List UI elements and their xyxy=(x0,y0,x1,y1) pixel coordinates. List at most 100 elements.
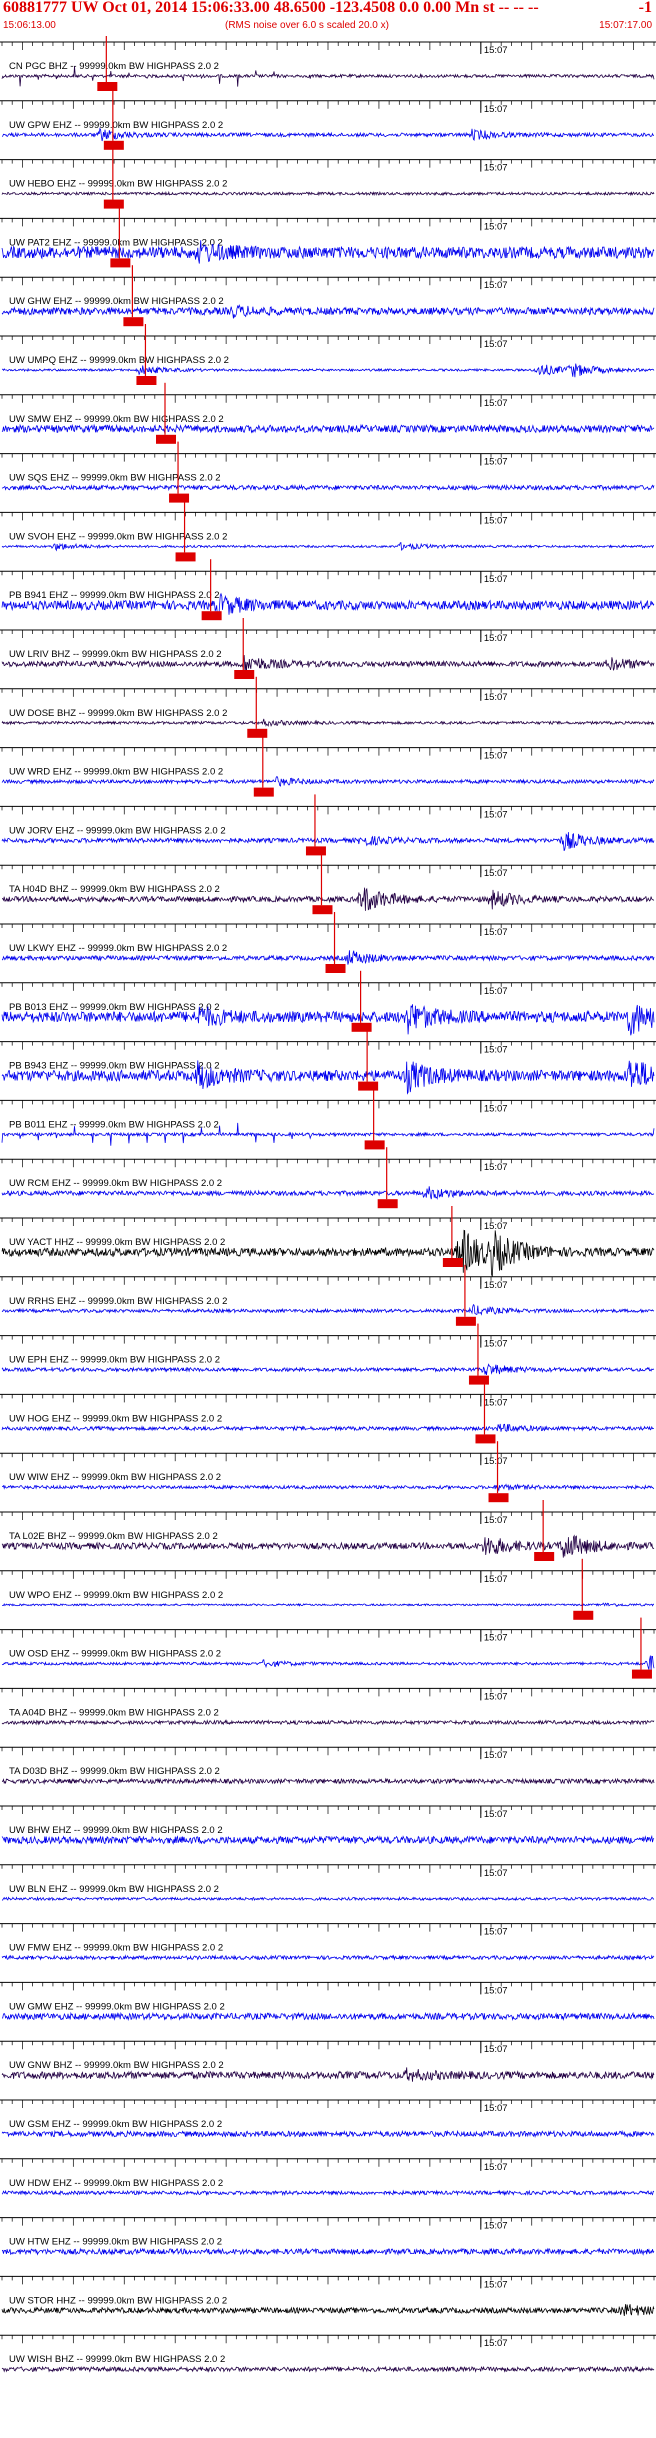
minute-label: 15:07 xyxy=(484,1868,508,1879)
trace-panel: 15:07 UW HEBO EHZ -- 99999.0km BW HIGHPAS… xyxy=(0,147,656,209)
station-label: UW GNW BHZ -- 99999.0km BW HIGHPASS 2.0 … xyxy=(9,2060,224,2071)
trace-panel: 15:07 UW HOG EHZ -- 99999.0km BW HIGHPASS… xyxy=(0,1382,656,1444)
trace-panel: 15:07 UW UMPQ EHZ -- 99999.0km BW HIGHPAS… xyxy=(0,324,656,385)
waveform xyxy=(1,1834,655,1845)
station-label: TA A04D BHZ -- 99999.0km BW HIGHPASS 2.0… xyxy=(9,1707,219,1718)
minute-label: 15:07 xyxy=(484,1515,508,1526)
trace-panel: 15:07 UW OSD EHZ -- 99999.0km BW HIGHPASS… xyxy=(0,1617,656,1679)
pick-flag xyxy=(103,199,124,209)
station-label: PB B943 EHZ -- 99999.0km BW HIGHPASS 2.0… xyxy=(9,1061,220,1072)
waveform xyxy=(1,1954,655,1961)
minute-label: 15:07 xyxy=(484,751,508,762)
trace-panel: 15:07 UW SQS EHZ -- 99999.0km BW HIGHPASS… xyxy=(0,441,656,503)
trace-panel: 15:07 UW GSM EHZ -- 99999.0km BW HIGHPASS… xyxy=(0,2099,656,2139)
minute-label: 15:07 xyxy=(484,986,508,997)
minute-label: 15:07 xyxy=(484,1280,508,1291)
station-label: UW WPO EHZ -- 99999.0km BW HIGHPASS 2.0 … xyxy=(9,1590,223,1601)
waveform xyxy=(1,2365,655,2373)
minute-label: 15:07 xyxy=(484,398,508,409)
trace-panel: 15:07 UW SMW EHZ -- 99999.0km BW HIGHPASS… xyxy=(0,382,656,444)
minute-label: 15:07 xyxy=(484,104,508,115)
pick-flag xyxy=(351,1022,372,1032)
trace-panel: 15:07 UW GMW EHZ -- 99999.0km BW HIGHPASS… xyxy=(0,1981,656,2021)
waveform xyxy=(1,483,655,492)
trace-panel: 15:07 TA H04D BHZ -- 99999.0km BW HIGHPAS… xyxy=(0,853,656,915)
pick-flag xyxy=(455,1316,476,1326)
minute-label: 15:07 xyxy=(484,1985,508,1996)
pick-flag xyxy=(573,1610,594,1620)
station-label: UW HDW EHZ -- 99999.0km BW HIGHPASS 2.0 … xyxy=(9,2178,223,2189)
station-label: UW HTW EHZ -- 99999.0km BW HIGHPASS 2.0 … xyxy=(9,2237,222,2248)
waveform xyxy=(1,2129,655,2139)
trace-panel: 15:07 UW YACT HHZ -- 99999.0km BW HIGHPAS… xyxy=(0,1206,656,1277)
minute-label: 15:07 xyxy=(484,1045,508,1056)
station-label: UW YACT HHZ -- 99999.0km BW HIGHPASS 2.0… xyxy=(9,1237,225,1248)
pick-flag xyxy=(358,1081,379,1091)
pick-flag xyxy=(534,1552,555,1561)
trace-panel: 15:07 UW STOR HHZ -- 99999.0km BW HIGHPAS… xyxy=(0,2275,656,2316)
station-label: TA L02E BHZ -- 99999.0km BW HIGHPASS 2.0… xyxy=(9,1531,218,1542)
waveform xyxy=(1,127,654,142)
minute-label: 15:07 xyxy=(484,457,508,468)
waveform xyxy=(1,775,655,787)
station-label: UW WRD EHZ -- 99999.0km BW HIGHPASS 2.0 … xyxy=(9,767,223,778)
trace-panel: 15:07 UW EPH EHZ -- 99999.0km BW HIGHPASS… xyxy=(0,1323,656,1385)
trace-panel: 15:07 UW BLN EHZ -- 99999.0km BW HIGHPASS… xyxy=(0,1864,656,1902)
station-label: UW WISH BHZ -- 99999.0km BW HIGHPASS 2.0… xyxy=(9,2354,225,2365)
trace-panel: 15:07 PB B013 EHZ -- 99999.0km BW HIGHPAS… xyxy=(0,970,656,1036)
station-label: TA H04D BHZ -- 99999.0km BW HIGHPASS 2.0… xyxy=(9,884,220,895)
waveform xyxy=(1,2247,655,2256)
trace-panel: 15:07 CN PGC BHZ -- 99999.0km BW HIGHPASS… xyxy=(0,36,656,91)
minute-label: 15:07 xyxy=(484,1809,508,1820)
pick-flag xyxy=(136,376,157,385)
minute-label: 15:07 xyxy=(484,1691,508,1702)
pick-flag xyxy=(201,611,222,621)
trace-panel: 15:07 UW WIW EHZ -- 99999.0km BW HIGHPASS… xyxy=(0,1441,656,1503)
minute-label: 15:07 xyxy=(484,574,508,585)
station-label: UW SMW EHZ -- 99999.0km BW HIGHPASS 2.0 … xyxy=(9,414,224,425)
trace-panel: 15:07 UW BHW EHZ -- 99999.0km BW HIGHPASS… xyxy=(0,1805,656,1845)
start-time: 15:06:13.00 xyxy=(3,20,56,31)
trace-panel: 15:07 UW PAT2 EHZ -- 99999.0km BW HIGHPAS… xyxy=(0,206,656,268)
seismogram-plot: 15:07 CN PGC BHZ -- 99999.0km BW HIGHPASS… xyxy=(0,36,656,2373)
minute-label: 15:07 xyxy=(484,45,508,56)
minute-label: 15:07 xyxy=(484,1397,508,1408)
pick-flag xyxy=(253,787,274,797)
trace-panel: 15:07 TA D03D BHZ -- 99999.0km BW HIGHPAS… xyxy=(0,1746,656,1785)
waveform xyxy=(1,1423,654,1433)
pick-flag xyxy=(123,317,144,327)
pick-flag xyxy=(377,1199,398,1209)
trace-panel: 15:07 UW GNW BHZ -- 99999.0km BW HIGHPASS… xyxy=(0,2040,656,2082)
waveform xyxy=(2,1602,655,1608)
waveform xyxy=(1,1719,655,1726)
waveform xyxy=(1,1777,655,1785)
pick-flag xyxy=(169,493,190,503)
station-label: UW GMW EHZ -- 99999.0km BW HIGHPASS 2.0 … xyxy=(9,2001,225,2012)
minute-label: 15:07 xyxy=(484,1574,508,1585)
station-label: UW GSM EHZ -- 99999.0km BW HIGHPASS 2.0 … xyxy=(9,2119,222,2130)
station-label: UW SQS EHZ -- 99999.0km BW HIGHPASS 2.0 … xyxy=(9,473,221,484)
trace-panel: 15:07 UW LKWY EHZ -- 99999.0km BW HIGHPAS… xyxy=(0,912,656,973)
minute-label: 15:07 xyxy=(484,1221,508,1232)
minute-label: 15:07 xyxy=(484,339,508,350)
minute-label: 15:07 xyxy=(484,2162,508,2173)
minute-label: 15:07 xyxy=(484,868,508,879)
station-label: UW SVOH EHZ -- 99999.0km BW HIGHPASS 2.0… xyxy=(9,531,227,542)
waveform xyxy=(1,1363,655,1375)
rms-note: (RMS noise over 6.0 s scaled 20.0 x) xyxy=(225,20,389,31)
trace-panel: 15:07 UW DOSE BHZ -- 99999.0km BW HIGHPAS… xyxy=(0,676,656,738)
station-label: UW BHW EHZ -- 99999.0km BW HIGHPASS 2.0 … xyxy=(9,1825,223,1836)
event-title: 60881777 UW Oct 01, 2014 15:06:33.00 48.… xyxy=(3,0,539,16)
minute-label: 15:07 xyxy=(484,2279,508,2290)
minute-label: 15:07 xyxy=(484,1633,508,1644)
trace-panel: 15:07 UW WRD EHZ -- 99999.0km BW HIGHPASS… xyxy=(0,735,656,797)
minute-label: 15:07 xyxy=(484,692,508,703)
pick-flag xyxy=(305,846,326,856)
waveform xyxy=(1,718,655,727)
station-label: UW WIW EHZ -- 99999.0km BW HIGHPASS 2.0 … xyxy=(9,1472,221,1483)
minute-label: 15:07 xyxy=(484,221,508,232)
minute-label: 15:07 xyxy=(484,1162,508,1173)
station-label: UW HOG EHZ -- 99999.0km BW HIGHPASS 2.0 … xyxy=(9,1413,222,1424)
pick-flag xyxy=(247,728,268,738)
minute-label: 15:07 xyxy=(484,2044,508,2055)
